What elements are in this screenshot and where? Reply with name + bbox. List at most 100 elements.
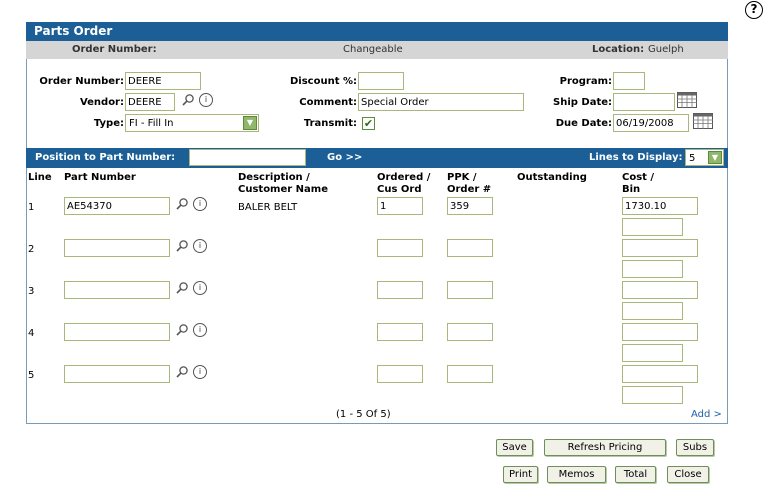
part-info-icon[interactable]: i bbox=[193, 197, 207, 211]
info-bar: Order Number: Changeable Location: Guelp… bbox=[26, 41, 728, 59]
column-header-ordered-line2: Cus Ord bbox=[377, 184, 422, 195]
part-number-field[interactable] bbox=[64, 281, 170, 299]
cost-field[interactable] bbox=[622, 365, 698, 383]
order-status: Changeable bbox=[343, 44, 403, 55]
position-label: Position to Part Number: bbox=[35, 152, 176, 163]
column-header-ppk: PPK / Order # bbox=[447, 172, 491, 196]
help-icon[interactable]: ? bbox=[745, 1, 763, 19]
cost-field[interactable]: 1730.10 bbox=[622, 197, 698, 215]
program-label: Program: bbox=[559, 76, 612, 87]
subs-button[interactable]: Subs bbox=[676, 439, 714, 456]
column-header-ppk-line1: PPK / bbox=[447, 172, 477, 183]
position-bar: Position to Part Number: Go >> Lines to … bbox=[26, 148, 728, 168]
lines-to-display-select[interactable]: 5 ▼ bbox=[685, 149, 724, 166]
ordered-field[interactable]: 1 bbox=[377, 197, 423, 215]
lines-to-display-value: 5 bbox=[689, 153, 696, 164]
ppk-field[interactable] bbox=[447, 365, 493, 383]
part-number-field[interactable] bbox=[64, 239, 170, 257]
due-date-field[interactable]: 06/19/2008 bbox=[613, 114, 689, 132]
part-search-icon[interactable] bbox=[175, 365, 189, 379]
discount-label: Discount %: bbox=[290, 76, 357, 87]
ship-date-calendar-icon[interactable] bbox=[677, 92, 697, 108]
order-number-field[interactable]: DEERE bbox=[125, 72, 201, 90]
part-search-icon[interactable] bbox=[175, 281, 189, 295]
comment-field[interactable]: Special Order bbox=[358, 93, 524, 111]
column-header-ppk-line2: Order # bbox=[447, 184, 492, 195]
print-button[interactable]: Print bbox=[503, 466, 538, 483]
part-info-icon[interactable]: i bbox=[193, 323, 207, 337]
column-header-ordered: Ordered / Cus Ord bbox=[377, 172, 430, 196]
part-number-field[interactable] bbox=[64, 365, 170, 383]
ppk-field[interactable]: 359 bbox=[447, 197, 493, 215]
ppk-field[interactable] bbox=[447, 239, 493, 257]
location-value: Guelph bbox=[648, 44, 684, 55]
position-input[interactable] bbox=[189, 149, 306, 166]
part-description: BALER BELT bbox=[238, 202, 298, 213]
column-header-ordered-line1: Ordered / bbox=[377, 172, 431, 183]
column-header-cost-line2: Bin bbox=[622, 184, 641, 195]
ship-date-label: Ship Date: bbox=[553, 97, 612, 108]
ordered-field[interactable] bbox=[377, 365, 423, 383]
row-line-number: 2 bbox=[28, 244, 35, 255]
ship-date-field[interactable] bbox=[613, 93, 675, 111]
column-header-description: Description / Customer Name bbox=[238, 172, 328, 196]
bin-field[interactable] bbox=[622, 344, 683, 362]
part-info-icon[interactable]: i bbox=[193, 281, 207, 295]
ppk-field[interactable] bbox=[447, 281, 493, 299]
bin-field[interactable] bbox=[622, 386, 683, 404]
location-label: Location: bbox=[592, 44, 645, 55]
pagination-text: (1 - 5 Of 5) bbox=[336, 409, 391, 420]
column-header-cost: Cost / Bin bbox=[622, 172, 654, 196]
chevron-down-icon[interactable]: ▼ bbox=[708, 151, 722, 164]
cost-field[interactable] bbox=[622, 239, 698, 257]
part-info-icon[interactable]: i bbox=[193, 365, 207, 379]
transmit-label: Transmit: bbox=[303, 118, 357, 129]
ordered-field[interactable] bbox=[377, 239, 423, 257]
transmit-checkbox[interactable]: ✔ bbox=[362, 117, 375, 130]
cost-field[interactable] bbox=[622, 281, 698, 299]
page-title: Parts Order bbox=[26, 22, 728, 41]
memos-button[interactable]: Memos bbox=[547, 466, 606, 483]
column-header-outstanding: Outstanding bbox=[517, 172, 587, 183]
program-field[interactable] bbox=[613, 72, 645, 90]
part-search-icon[interactable] bbox=[175, 197, 189, 211]
vendor-label: Vendor: bbox=[79, 97, 124, 108]
part-info-icon[interactable]: i bbox=[193, 239, 207, 253]
row-line-number: 1 bbox=[28, 202, 35, 213]
part-search-icon[interactable] bbox=[175, 239, 189, 253]
column-header-part-number: Part Number bbox=[64, 172, 136, 183]
row-line-number: 4 bbox=[28, 328, 35, 339]
type-select[interactable]: FI - Fill In ▼ bbox=[125, 114, 259, 132]
refresh-pricing-button[interactable]: Refresh Pricing bbox=[544, 439, 666, 456]
ppk-field[interactable] bbox=[447, 323, 493, 341]
due-date-calendar-icon[interactable] bbox=[693, 113, 713, 129]
bin-field[interactable] bbox=[622, 302, 683, 320]
chevron-down-icon[interactable]: ▼ bbox=[243, 116, 257, 130]
total-button[interactable]: Total bbox=[615, 466, 656, 483]
part-number-field[interactable]: AE54370 bbox=[64, 197, 170, 215]
comment-label: Comment: bbox=[299, 97, 357, 108]
part-number-field[interactable] bbox=[64, 323, 170, 341]
type-select-value: FI - Fill In bbox=[129, 118, 174, 129]
vendor-field[interactable]: DEERE bbox=[125, 93, 175, 111]
column-header-line: Line bbox=[28, 172, 52, 183]
discount-field[interactable] bbox=[358, 72, 404, 90]
column-header-cost-line1: Cost / bbox=[622, 172, 655, 183]
bin-field[interactable] bbox=[622, 260, 683, 278]
part-search-icon[interactable] bbox=[175, 323, 189, 337]
ordered-field[interactable] bbox=[377, 323, 423, 341]
lines-to-display-label: Lines to Display: bbox=[589, 152, 683, 163]
ordered-field[interactable] bbox=[377, 281, 423, 299]
go-link[interactable]: Go >> bbox=[327, 148, 362, 168]
vendor-search-icon[interactable] bbox=[181, 93, 195, 107]
column-header-description-line1: Description / bbox=[238, 172, 310, 183]
save-button[interactable]: Save bbox=[496, 439, 533, 456]
row-line-number: 5 bbox=[28, 370, 35, 381]
cost-field[interactable] bbox=[622, 323, 698, 341]
due-date-label: Due Date: bbox=[555, 118, 612, 129]
bin-field[interactable] bbox=[622, 218, 683, 236]
vendor-info-icon[interactable]: i bbox=[199, 93, 213, 107]
add-link[interactable]: Add > bbox=[691, 409, 722, 420]
order-number-header-label: Order Number: bbox=[72, 44, 157, 55]
close-button[interactable]: Close bbox=[667, 466, 709, 483]
